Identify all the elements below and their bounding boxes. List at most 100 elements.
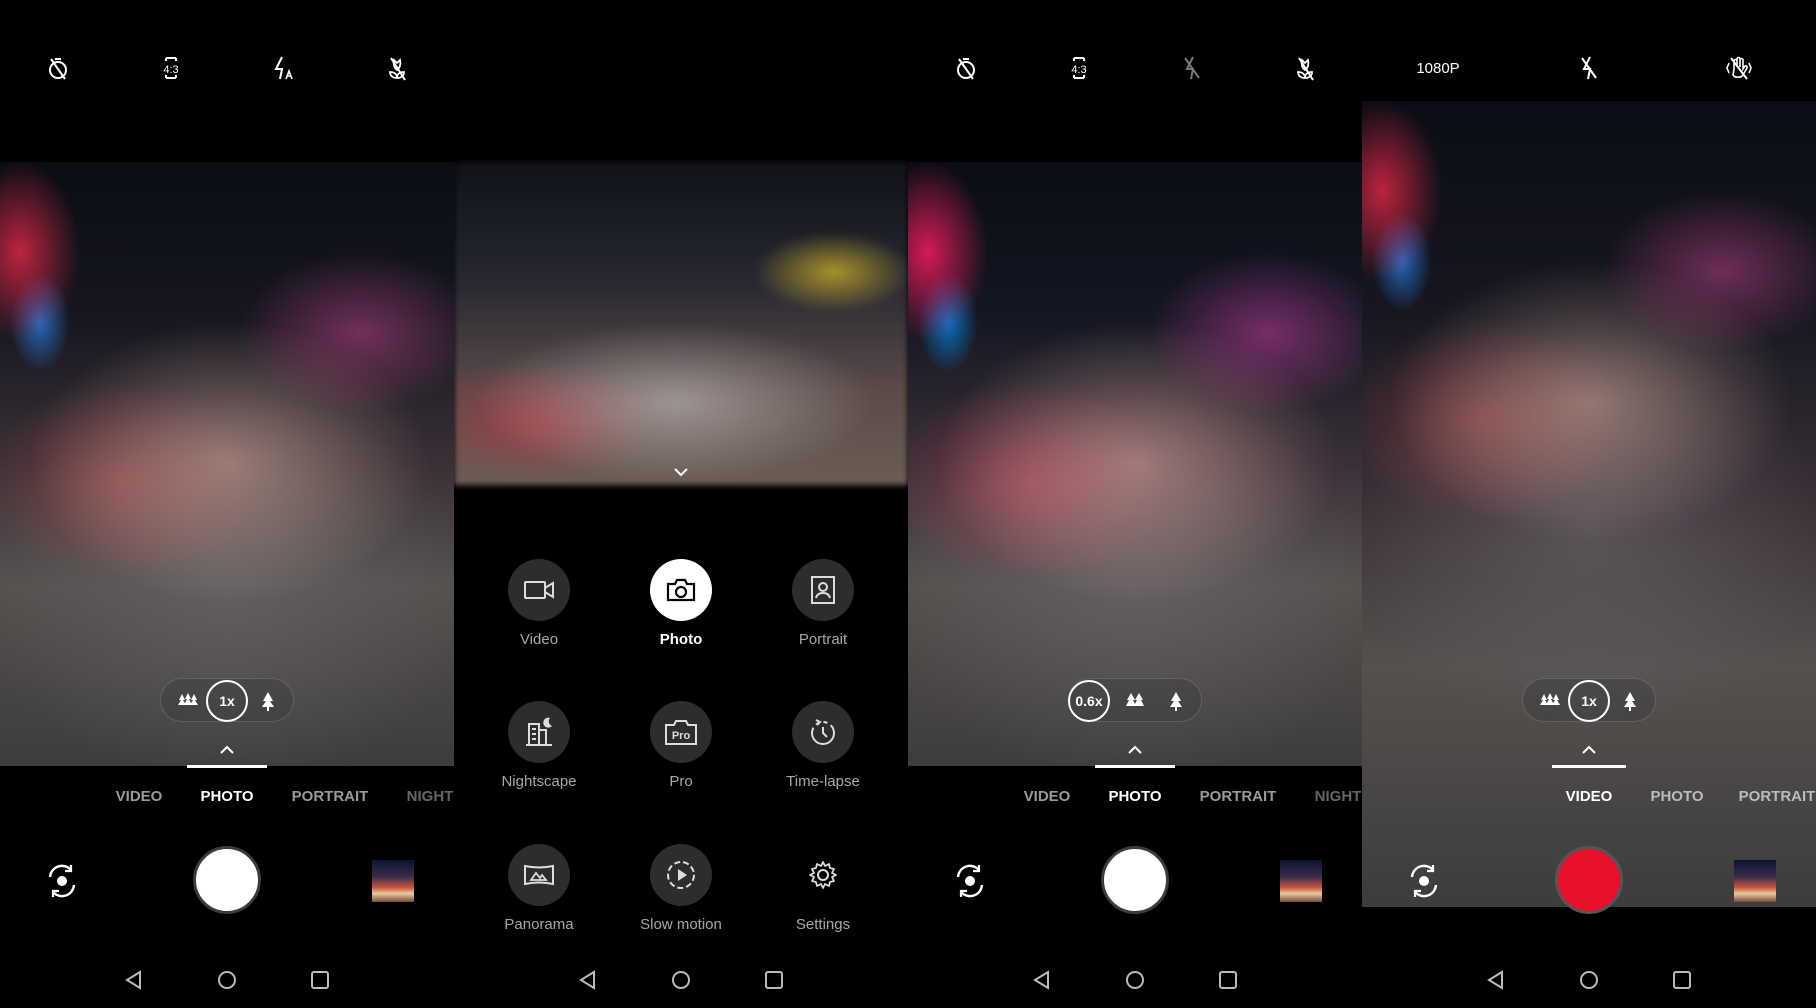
- chevron-up-icon[interactable]: [1581, 745, 1597, 755]
- switch-camera-icon[interactable]: [1405, 862, 1443, 900]
- viewfinder-preview[interactable]: [908, 162, 1362, 766]
- time-lapse-icon: [792, 701, 854, 763]
- mode-portrait[interactable]: Portrait: [753, 559, 893, 648]
- switch-camera-icon[interactable]: [43, 862, 81, 900]
- nav-home-icon[interactable]: [1123, 968, 1147, 992]
- standard-lens-icon[interactable]: [1124, 690, 1146, 712]
- tab-video[interactable]: VIDEO: [1024, 788, 1071, 805]
- camera-photo-screen: 4:3 1x VIDEO PHOTO PORTRAIT NIGHT: [0, 0, 454, 1008]
- tab-portrait[interactable]: PORTRAIT: [292, 788, 369, 805]
- mode-time-lapse[interactable]: Time-lapse: [753, 701, 893, 790]
- nav-back-icon[interactable]: [122, 968, 146, 992]
- stabilization-off-icon[interactable]: [1725, 54, 1753, 82]
- switch-camera-icon[interactable]: [951, 862, 989, 900]
- mode-tabs: VIDEO PHOTO PORTRAIT NIGHT: [908, 788, 1362, 808]
- tab-video[interactable]: VIDEO: [1566, 788, 1613, 805]
- flash-off-icon[interactable]: [1575, 54, 1603, 82]
- nav-back-icon[interactable]: [1030, 968, 1054, 992]
- tab-photo[interactable]: PHOTO: [200, 788, 253, 805]
- mode-label: Video: [519, 631, 559, 648]
- chevron-up-icon[interactable]: [1127, 745, 1143, 755]
- mode-panorama[interactable]: Panorama: [469, 844, 609, 933]
- tele-lens-icon[interactable]: [1619, 690, 1641, 712]
- chevron-up-icon[interactable]: [219, 745, 235, 755]
- record-button[interactable]: [1555, 846, 1623, 914]
- mode-label: Time-lapse: [786, 773, 860, 790]
- shutter-button[interactable]: [1101, 846, 1169, 914]
- tab-portrait[interactable]: PORTRAIT: [1200, 788, 1277, 805]
- aspect-ratio-icon[interactable]: 4:3: [157, 54, 185, 82]
- chevron-down-icon[interactable]: [673, 467, 689, 477]
- mode-photo[interactable]: Photo: [611, 559, 751, 648]
- viewfinder-preview[interactable]: [1362, 101, 1816, 907]
- aspect-ratio-label: 4:3: [163, 64, 178, 76]
- active-mode-indicator: [1552, 765, 1626, 768]
- camera-video-screen: 1080P 1x VIDEO PHOTO PORTRAIT: [1362, 0, 1816, 1008]
- nav-back-icon[interactable]: [1484, 968, 1508, 992]
- tele-lens-icon[interactable]: [257, 690, 279, 712]
- viewfinder-preview[interactable]: [0, 162, 454, 766]
- tele-lens-icon[interactable]: [1165, 690, 1187, 712]
- macro-off-icon[interactable]: [383, 54, 411, 82]
- viewfinder-preview[interactable]: [454, 162, 908, 485]
- mode-label: Portrait: [798, 631, 848, 648]
- nav-recents-icon[interactable]: [1216, 968, 1240, 992]
- gallery-thumbnail[interactable]: [1280, 860, 1322, 902]
- zoom-1x-button[interactable]: 1x: [1568, 680, 1610, 722]
- flash-off-icon[interactable]: [1178, 54, 1206, 82]
- tab-photo[interactable]: PHOTO: [1650, 788, 1703, 805]
- nav-recents-icon[interactable]: [762, 968, 786, 992]
- camera-photo-wide-screen: 4:3 0.6x VIDEO PHOTO PORTRAIT NIGHT: [908, 0, 1362, 1008]
- tab-video[interactable]: VIDEO: [116, 788, 163, 805]
- mode-label: Panorama: [504, 916, 574, 933]
- zoom-selector: 1x: [160, 678, 294, 722]
- tab-portrait[interactable]: PORTRAIT: [1739, 788, 1816, 805]
- tab-night[interactable]: NIGHT: [407, 788, 454, 805]
- mode-tabs: VIDEO PHOTO PORTRAIT NIGHT: [0, 788, 454, 808]
- top-toolbar: 4:3: [908, 40, 1362, 96]
- mode-label: Photo: [659, 631, 703, 648]
- gallery-thumbnail[interactable]: [1734, 860, 1776, 902]
- nightscape-icon: [508, 701, 570, 763]
- video-resolution-button[interactable]: 1080P: [1416, 60, 1459, 77]
- portrait-icon: [792, 559, 854, 621]
- settings-button[interactable]: Settings: [753, 844, 893, 933]
- aspect-ratio-icon[interactable]: 4:3: [1065, 54, 1093, 82]
- gear-icon: [792, 844, 854, 906]
- top-toolbar: 1080P: [1362, 40, 1816, 96]
- slow-motion-icon: [650, 844, 712, 906]
- mode-pro[interactable]: Pro Pro: [611, 701, 751, 790]
- wide-lens-icon[interactable]: [1539, 690, 1561, 712]
- pro-label: Pro: [672, 730, 691, 742]
- timer-off-icon[interactable]: [952, 54, 980, 82]
- tab-photo[interactable]: PHOTO: [1108, 788, 1161, 805]
- active-mode-indicator: [1095, 765, 1175, 768]
- nav-home-icon[interactable]: [669, 968, 693, 992]
- mode-label: Slow motion: [640, 916, 722, 933]
- nav-home-icon[interactable]: [1577, 968, 1601, 992]
- nav-recents-icon[interactable]: [1670, 968, 1694, 992]
- shutter-button[interactable]: [193, 846, 261, 914]
- timer-off-icon[interactable]: [44, 54, 72, 82]
- tab-night[interactable]: NIGHT: [1315, 788, 1362, 805]
- nav-back-icon[interactable]: [576, 968, 600, 992]
- wide-lens-icon[interactable]: [177, 690, 199, 712]
- camera-icon: [650, 559, 712, 621]
- flash-auto-icon[interactable]: [270, 54, 298, 82]
- aspect-ratio-label: 4:3: [1071, 64, 1086, 76]
- zoom-selector: 0.6x: [1068, 678, 1202, 722]
- mode-label: Pro: [669, 773, 693, 790]
- zoom-1x-button[interactable]: 1x: [206, 680, 248, 722]
- nav-home-icon[interactable]: [215, 968, 239, 992]
- mode-label: Nightscape: [501, 773, 577, 790]
- gallery-thumbnail[interactable]: [372, 860, 414, 902]
- nav-recents-icon[interactable]: [308, 968, 332, 992]
- macro-off-icon[interactable]: [1291, 54, 1319, 82]
- mode-label: Settings: [795, 916, 851, 933]
- mode-video[interactable]: Video: [469, 559, 609, 648]
- zoom-0.6x-button[interactable]: 0.6x: [1068, 680, 1110, 722]
- pro-camera-icon: Pro: [650, 701, 712, 763]
- mode-nightscape[interactable]: Nightscape: [469, 701, 609, 790]
- video-icon: [508, 559, 570, 621]
- mode-slow-motion[interactable]: Slow motion: [611, 844, 751, 933]
